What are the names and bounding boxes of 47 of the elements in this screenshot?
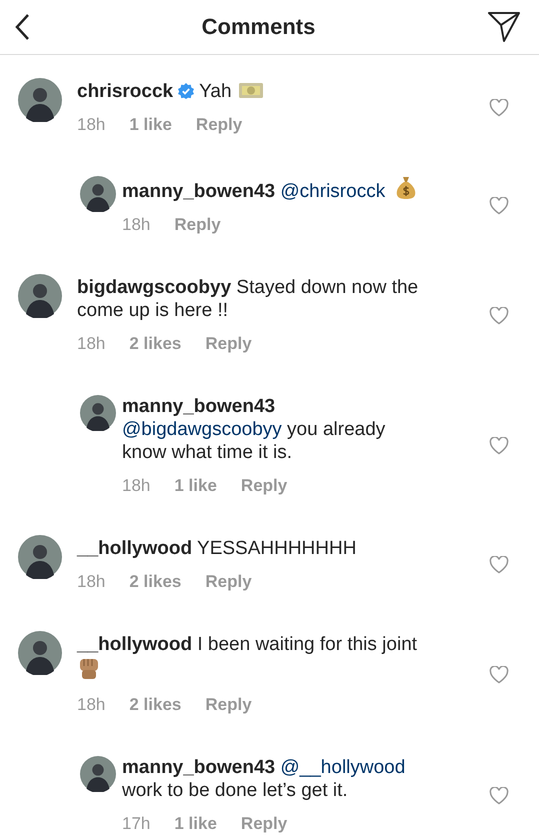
mention-link[interactable]: @chrisrocck [280,181,386,202]
like-heart-button[interactable] [489,556,509,574]
likes-count[interactable]: 2 likes [129,571,182,593]
avatar[interactable] [18,535,62,579]
comment-time: 17h [122,813,150,835]
comment-time: 18h [77,571,106,593]
comment-time: 18h [77,694,106,716]
comment-time: 18h [77,114,106,136]
likes-count[interactable]: 1 like [129,114,172,136]
reply-button[interactable]: Reply [240,813,288,835]
avatar[interactable] [80,395,116,431]
avatar[interactable] [18,631,62,675]
reply-button[interactable]: Reply [240,475,288,497]
send-icon[interactable] [487,11,521,43]
comment-text: manny_bowen43 @chrisrocck [122,176,422,203]
avatar[interactable] [18,78,62,122]
comment-text: bigdawgscoobyy Stayed down now the come up is here !! [77,276,420,322]
like-heart-button[interactable] [489,306,509,324]
page-title: Comments [202,14,316,40]
mention-link[interactable]: @bigdawgscoobyy [122,419,282,440]
reply-button[interactable]: Reply [205,694,252,716]
comment-time: 18h [122,214,150,236]
reply-button[interactable]: Reply [174,214,221,236]
like-heart-button[interactable] [489,99,509,117]
comment-text: manny_bowen43 @__hollywood work to be done let’s get it. [122,756,406,802]
like-heart-button[interactable] [489,786,509,804]
avatar[interactable] [80,176,116,212]
mention-link[interactable]: @__hollywood [280,757,406,778]
likes-count[interactable]: 2 likes [129,694,182,716]
reply-button[interactable]: Reply [196,114,242,136]
reply-button[interactable]: Reply [205,333,252,355]
comment-time: 18h [122,475,150,497]
comment-text: manny_bowen43 @bigdawgscoobyy you already know what time it is. [122,395,386,464]
likes-count[interactable]: 1 like [174,475,217,497]
comment-time: 18h [77,333,106,355]
comment-text: __hollywood YESSAHHHHHHH [77,537,358,560]
like-heart-button[interactable] [489,197,509,215]
like-heart-button[interactable] [489,666,509,684]
like-heart-button[interactable] [489,437,509,455]
avatar[interactable] [80,756,116,792]
likes-count[interactable]: 2 likes [129,333,182,355]
likes-count[interactable]: 1 like [174,813,217,835]
comment-text: chrisrocck Yah [77,80,452,103]
back-button[interactable] [14,13,30,41]
comment-text: __hollywood I been waiting for this joint [77,633,452,683]
reply-button[interactable]: Reply [205,571,252,593]
avatar[interactable] [18,274,62,318]
